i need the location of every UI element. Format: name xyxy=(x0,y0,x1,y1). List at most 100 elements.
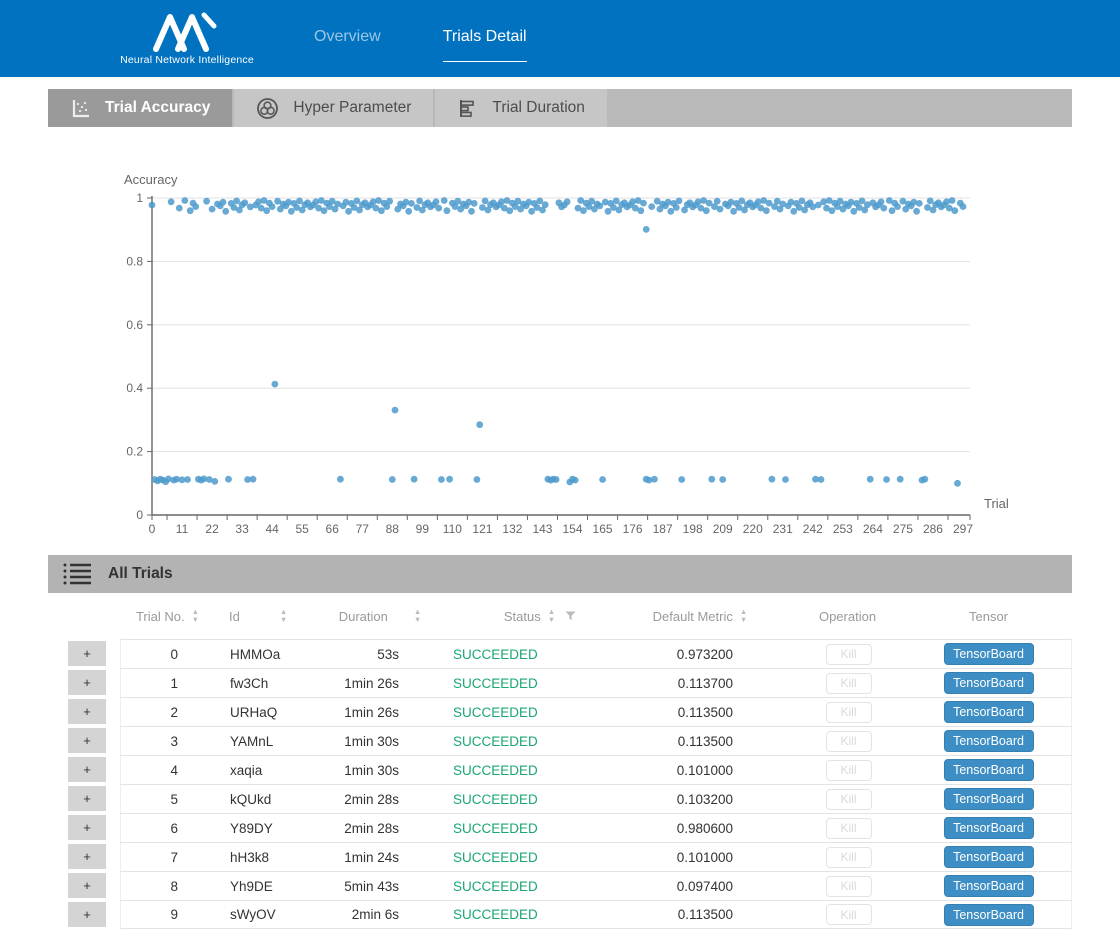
data-point[interactable] xyxy=(667,208,674,215)
sort-icon[interactable]: ▲▼ xyxy=(414,608,421,625)
data-point[interactable] xyxy=(444,207,451,214)
data-point[interactable] xyxy=(184,476,191,483)
data-point[interactable] xyxy=(250,476,257,483)
sort-icon[interactable]: ▲▼ xyxy=(548,608,555,625)
data-point[interactable] xyxy=(433,198,440,205)
kill-button[interactable]: Kill xyxy=(826,876,872,897)
data-point[interactable] xyxy=(476,421,483,428)
expand-row-button[interactable]: + xyxy=(68,844,106,869)
expand-row-button[interactable]: + xyxy=(68,641,106,666)
data-point[interactable] xyxy=(927,198,934,205)
data-point[interactable] xyxy=(916,200,923,207)
data-point[interactable] xyxy=(894,203,901,210)
data-point[interactable] xyxy=(553,476,560,483)
kill-button[interactable]: Kill xyxy=(826,789,872,810)
data-point[interactable] xyxy=(441,197,448,204)
data-point[interactable] xyxy=(187,207,194,214)
data-point[interactable] xyxy=(468,208,475,215)
expand-row-button[interactable]: + xyxy=(68,699,106,724)
sort-icon[interactable]: ▲▼ xyxy=(740,608,747,625)
data-point[interactable] xyxy=(482,198,489,205)
data-point[interactable] xyxy=(192,203,199,210)
nav-tab-overview[interactable]: Overview xyxy=(314,28,381,50)
data-point[interactable] xyxy=(209,206,216,213)
data-point[interactable] xyxy=(269,203,276,210)
tensorboard-button[interactable]: TensorBoard xyxy=(944,846,1034,868)
data-point[interactable] xyxy=(389,476,396,483)
kill-button[interactable]: Kill xyxy=(826,673,872,694)
data-point[interactable] xyxy=(790,208,797,215)
tab-hyper-parameter[interactable]: Hyper Parameter xyxy=(234,89,433,127)
data-point[interactable] xyxy=(471,200,478,207)
tensorboard-button[interactable]: TensorBoard xyxy=(944,701,1034,723)
data-point[interactable] xyxy=(353,198,360,205)
data-point[interactable] xyxy=(392,407,399,414)
data-point[interactable] xyxy=(345,208,352,215)
kill-button[interactable]: Kill xyxy=(826,818,872,839)
sort-icon[interactable]: ▲▼ xyxy=(280,608,287,625)
data-point[interactable] xyxy=(703,207,710,214)
kill-button[interactable]: Kill xyxy=(826,760,872,781)
data-point[interactable] xyxy=(738,198,745,205)
data-point[interactable] xyxy=(580,207,587,214)
kill-button[interactable]: Kill xyxy=(826,644,872,665)
expand-row-button[interactable]: + xyxy=(68,815,106,840)
data-point[interactable] xyxy=(719,476,726,483)
data-point[interactable] xyxy=(241,199,248,206)
expand-row-button[interactable]: + xyxy=(68,757,106,782)
data-point[interactable] xyxy=(643,226,650,233)
kill-button[interactable]: Kill xyxy=(826,702,872,723)
data-point[interactable] xyxy=(596,203,603,210)
accuracy-scatter-chart[interactable]: Accuracy 00.20.40.60.8101122334455667788… xyxy=(0,127,1120,555)
data-point[interactable] xyxy=(714,198,721,205)
data-point[interactable] xyxy=(220,199,227,206)
data-point[interactable] xyxy=(954,480,961,487)
data-point[interactable] xyxy=(889,207,896,214)
data-point[interactable] xyxy=(435,205,442,212)
expand-row-button[interactable]: + xyxy=(68,786,106,811)
data-point[interactable] xyxy=(678,476,685,483)
data-point[interactable] xyxy=(673,204,680,211)
data-point[interactable] xyxy=(263,207,270,214)
tensorboard-button[interactable]: TensorBoard xyxy=(944,759,1034,781)
tensorboard-button[interactable]: TensorBoard xyxy=(944,904,1034,926)
expand-row-button[interactable]: + xyxy=(68,728,106,753)
data-point[interactable] xyxy=(799,198,806,205)
data-point[interactable] xyxy=(913,208,920,215)
data-point[interactable] xyxy=(676,198,683,205)
data-point[interactable] xyxy=(405,208,412,215)
data-point[interactable] xyxy=(168,198,175,205)
tensorboard-button[interactable]: TensorBoard xyxy=(944,643,1034,665)
data-point[interactable] xyxy=(378,207,385,214)
data-point[interactable] xyxy=(321,207,328,214)
data-point[interactable] xyxy=(416,198,423,205)
data-point[interactable] xyxy=(411,476,418,483)
data-point[interactable] xyxy=(878,198,885,205)
data-point[interactable] xyxy=(542,201,549,208)
tensorboard-button[interactable]: TensorBoard xyxy=(944,817,1034,839)
data-point[interactable] xyxy=(225,476,232,483)
data-point[interactable] xyxy=(648,203,655,210)
expand-row-button[interactable]: + xyxy=(68,670,106,695)
data-point[interactable] xyxy=(233,198,240,205)
data-point[interactable] xyxy=(176,205,183,212)
expand-row-button[interactable]: + xyxy=(68,902,106,927)
data-point[interactable] xyxy=(867,476,874,483)
data-point[interactable] xyxy=(651,476,658,483)
data-point[interactable] xyxy=(717,206,724,213)
data-point[interactable] xyxy=(763,207,770,214)
tensorboard-button[interactable]: TensorBoard xyxy=(944,875,1034,897)
tensorboard-button[interactable]: TensorBoard xyxy=(944,730,1034,752)
filter-icon[interactable] xyxy=(565,611,576,621)
expand-row-button[interactable]: + xyxy=(68,873,106,898)
data-point[interactable] xyxy=(613,198,620,205)
data-point[interactable] xyxy=(921,476,928,483)
kill-button[interactable]: Kill xyxy=(826,904,872,925)
sort-icon[interactable]: ▲▼ xyxy=(192,608,199,625)
tensorboard-button[interactable]: TensorBoard xyxy=(944,788,1034,810)
data-point[interactable] xyxy=(951,207,958,214)
data-point[interactable] xyxy=(564,198,571,205)
data-point[interactable] xyxy=(782,476,789,483)
kill-button[interactable]: Kill xyxy=(826,731,872,752)
data-point[interactable] xyxy=(949,197,956,204)
